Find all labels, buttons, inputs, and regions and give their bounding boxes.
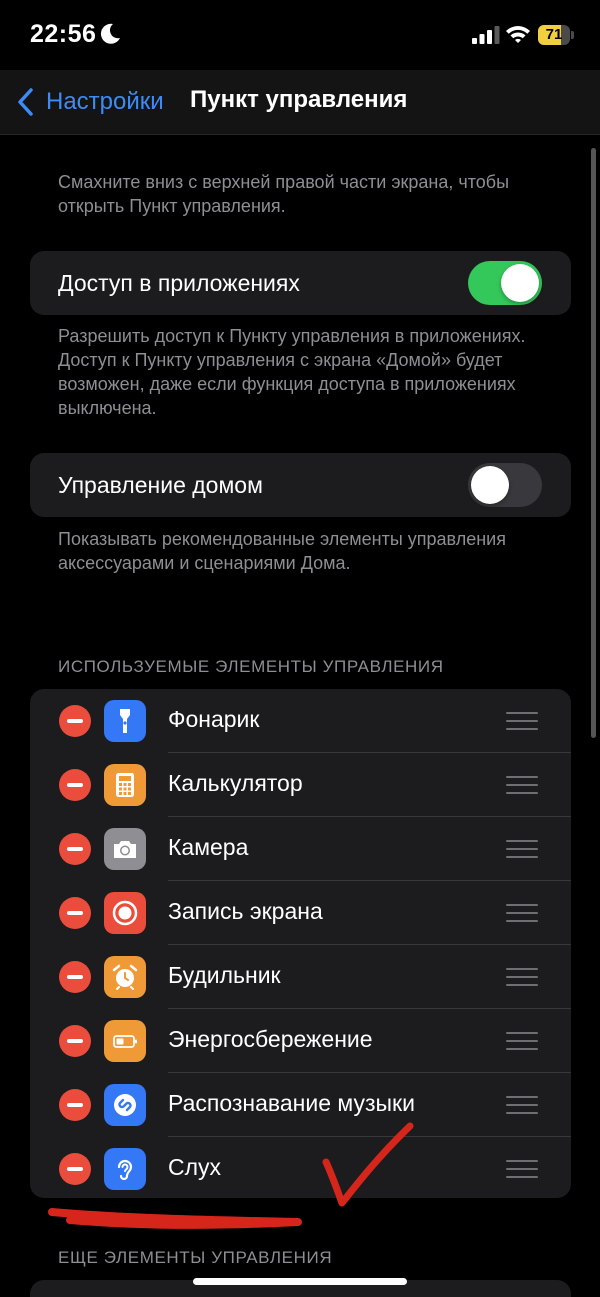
- screen-record-icon: [104, 892, 146, 934]
- wifi-icon: [506, 26, 530, 43]
- remove-button[interactable]: [59, 1025, 91, 1057]
- reorder-handle-icon[interactable]: [506, 904, 538, 922]
- control-label: Запись экрана: [168, 898, 323, 924]
- hearing-icon: [104, 1148, 146, 1190]
- flashlight-icon: [104, 700, 146, 742]
- home-control-label: Управление домом: [58, 471, 263, 498]
- control-label: Распознавание музыки: [168, 1090, 415, 1116]
- remove-button[interactable]: [59, 769, 91, 801]
- access-in-apps-label: Доступ в приложениях: [58, 269, 300, 296]
- control-row-hearing[interactable]: Слух: [30, 1137, 571, 1201]
- remove-button[interactable]: [59, 897, 91, 929]
- control-row-camera[interactable]: Камера: [30, 817, 571, 881]
- home-footer: Показывать рекомендованные элементы упра…: [58, 529, 506, 573]
- access-in-apps-group: Доступ в приложениях: [30, 251, 571, 315]
- control-row-alarm[interactable]: Будильник: [30, 945, 571, 1009]
- access-footer: Разрешить доступ к Пункту управления в п…: [58, 326, 526, 418]
- remove-button[interactable]: [59, 1153, 91, 1185]
- calculator-icon: [104, 764, 146, 806]
- battery-percent: 71: [545, 26, 563, 43]
- control-row-screen-recording[interactable]: Запись экрана: [30, 881, 571, 945]
- remove-button[interactable]: [59, 1089, 91, 1121]
- included-controls-header: ИСПОЛЬЗУЕМЫЕ ЭЛЕМЕНТЫ УПРАВЛЕНИЯ: [58, 657, 444, 676]
- remove-button[interactable]: [59, 705, 91, 737]
- control-row-calculator[interactable]: Калькулятор: [30, 753, 571, 817]
- home-control-group: Управление домом: [30, 453, 571, 517]
- scroll-indicator[interactable]: [591, 148, 596, 738]
- back-label: Настройки: [46, 88, 164, 115]
- back-button[interactable]: Настройки: [16, 86, 164, 118]
- cellular-signal-icon: [472, 26, 500, 44]
- remove-button[interactable]: [59, 961, 91, 993]
- alarm-icon: [104, 956, 146, 998]
- status-bar: 22:56 71: [0, 0, 600, 70]
- more-controls-header: ЕЩЕ ЭЛЕМЕНТЫ УПРАВЛЕНИЯ: [58, 1248, 333, 1267]
- reorder-handle-icon[interactable]: [506, 1096, 538, 1114]
- control-row-flashlight[interactable]: Фонарик: [30, 689, 571, 753]
- control-row-low-power[interactable]: Энергосбережение: [30, 1009, 571, 1073]
- control-label: Энергосбережение: [168, 1026, 373, 1052]
- reorder-handle-icon[interactable]: [506, 776, 538, 794]
- control-row-music-recognition[interactable]: Распознавание музыки: [30, 1073, 571, 1137]
- shazam-icon: [104, 1084, 146, 1126]
- control-label: Фонарик: [168, 706, 260, 732]
- control-label: Будильник: [168, 962, 281, 988]
- access-in-apps-toggle[interactable]: [468, 261, 542, 305]
- home-control-row[interactable]: Управление домом: [30, 453, 571, 517]
- home-indicator[interactable]: [193, 1278, 407, 1285]
- camera-icon: [104, 828, 146, 870]
- moon-icon: [100, 23, 120, 44]
- reorder-handle-icon[interactable]: [506, 968, 538, 986]
- reorder-handle-icon[interactable]: [506, 840, 538, 858]
- battery-indicator: 71: [538, 25, 574, 45]
- included-controls-list: Фонарик Калькулятор Камера Запись экрана…: [30, 689, 571, 1198]
- control-label: Камера: [168, 834, 249, 860]
- reorder-handle-icon[interactable]: [506, 712, 538, 730]
- chevron-left-icon: [18, 88, 33, 116]
- page-title: Пункт управления: [190, 86, 408, 113]
- intro-text: Смахните вниз с верхней правой части экр…: [58, 172, 510, 216]
- access-in-apps-row[interactable]: Доступ в приложениях: [30, 251, 571, 315]
- battery-saver-icon: [104, 1020, 146, 1062]
- home-control-toggle[interactable]: [468, 463, 542, 507]
- reorder-handle-icon[interactable]: [506, 1160, 538, 1178]
- remove-button[interactable]: [59, 833, 91, 865]
- reorder-handle-icon[interactable]: [506, 1032, 538, 1050]
- status-time: 22:56: [30, 20, 97, 48]
- control-label: Слух: [168, 1154, 222, 1180]
- control-label: Калькулятор: [168, 770, 303, 796]
